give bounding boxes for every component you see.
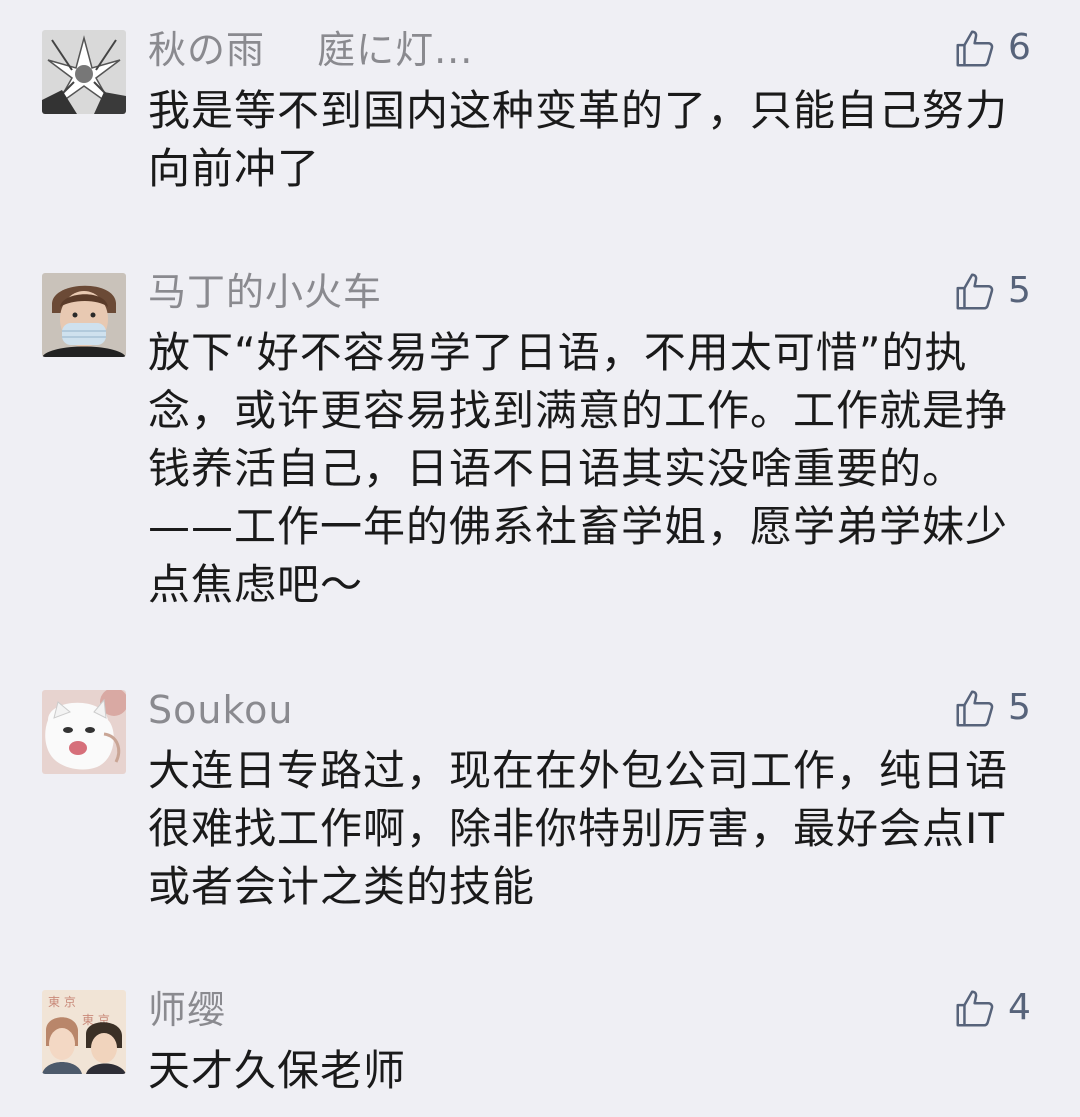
like-count: 5 — [1008, 270, 1031, 311]
like-count: 5 — [1008, 687, 1031, 728]
thumbs-up-icon — [956, 990, 994, 1027]
thumbs-up-icon — [956, 273, 994, 310]
avatar[interactable] — [42, 273, 126, 357]
like-button[interactable]: 4 — [952, 980, 1052, 1036]
like-count: 6 — [1008, 27, 1031, 68]
svg-text:東 京: 東 京 — [48, 995, 76, 1009]
like-count: 4 — [1008, 987, 1031, 1028]
username[interactable]: 马丁的小火车 — [148, 270, 382, 314]
avatar[interactable] — [42, 30, 126, 114]
avatar[interactable] — [42, 690, 126, 774]
avatar[interactable]: 東 京 東 京 — [42, 990, 126, 1074]
like-button[interactable]: 5 — [952, 680, 1052, 736]
comment-text: 放下“好不容易学了日语，不用太可惜”的执 念，或许更容易找到满意的工作。工作就是… — [148, 328, 1009, 609]
like-button[interactable]: 5 — [952, 263, 1052, 319]
comment-text: 大连日专路过，现在在外包公司工作，纯日语 很难找工作啊，除非你特别厉害，最好会点… — [148, 746, 1009, 911]
comment-text: 我是等不到国内这种变革的了，只能自己努力 向前冲了 — [148, 86, 1009, 193]
thumbs-up-icon — [956, 30, 994, 67]
comment-text: 天才久保老师 — [148, 1046, 407, 1095]
username[interactable]: 秋の雨 庭に灯... — [148, 28, 473, 72]
thumbs-up-icon — [956, 690, 994, 727]
like-button[interactable]: 6 — [952, 20, 1052, 76]
username[interactable]: 师缨 — [148, 988, 226, 1032]
username[interactable]: Soukou — [148, 688, 293, 732]
